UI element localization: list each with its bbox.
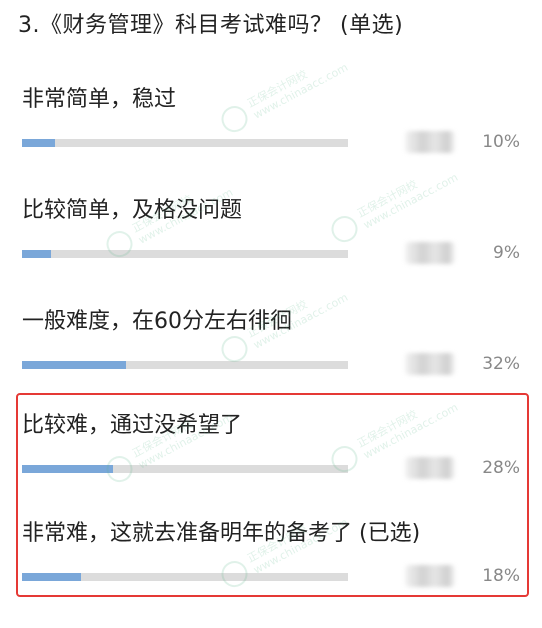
option-label: 比较简单，及格没问题 [22,198,243,223]
blurred-vote-count [405,242,455,264]
poll-option-2[interactable]: 比较简单，及格没问题 9% [0,195,542,305]
option-percent: 32% [482,354,520,374]
result-bar-track [22,250,348,258]
blurred-vote-count [405,353,455,375]
option-label: 一般难度，在60分左右徘徊 [22,309,292,334]
blurred-vote-count [405,131,455,153]
option-percent: 10% [482,132,520,152]
highlight-annotation-box [16,393,529,597]
option-percent: 9% [493,243,520,263]
option-label: 非常简单，稳过 [22,87,177,112]
result-bar-track [22,139,348,147]
result-bar-fill [22,250,52,258]
question-title: 3.《财务管理》科目考试难吗？ (单选) [18,13,404,38]
poll-option-1[interactable]: 非常简单，稳过 10% [0,84,542,194]
result-bar-fill [22,139,55,147]
result-bar-fill [22,361,127,369]
result-bar-track [22,361,348,369]
